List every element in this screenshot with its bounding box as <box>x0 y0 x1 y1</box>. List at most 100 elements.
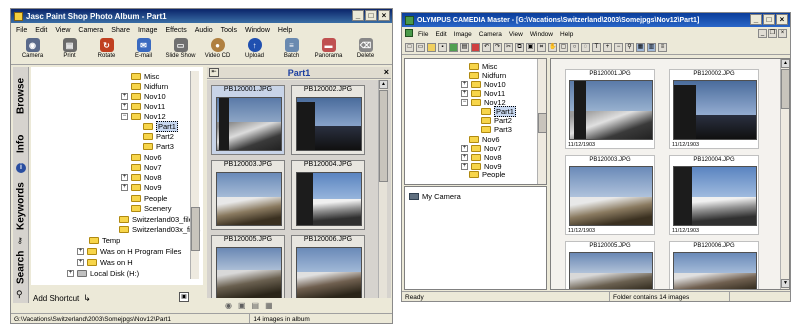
menu-camera[interactable]: Camera <box>479 31 502 38</box>
menu-image[interactable]: Image <box>138 27 157 34</box>
tree-item[interactable]: + Nov11 <box>121 101 165 111</box>
rotate-button[interactable]: ↻ Rotate <box>88 37 125 64</box>
expand-icon[interactable]: + <box>461 89 468 97</box>
close-panel-icon[interactable]: × <box>384 67 389 77</box>
thumbnail-cell[interactable]: PB120006.JPG <box>669 241 759 289</box>
tree-item[interactable]: Temp <box>89 235 120 245</box>
expand-icon[interactable]: + <box>461 162 468 170</box>
scroll-thumb[interactable] <box>538 113 546 133</box>
delete-button[interactable]: ⌫ Delete <box>347 37 384 64</box>
detail-view-icon[interactable]: ▥ <box>647 43 656 52</box>
lasso-icon[interactable]: ◌ <box>581 43 590 52</box>
tab-browse[interactable]: Browse <box>14 71 28 121</box>
tree-item[interactable]: + Was on H <box>77 257 133 267</box>
email-button[interactable]: ✉ E-mail <box>125 37 162 64</box>
videocd-button[interactable]: ● Video CD <box>199 37 236 64</box>
menu-effects[interactable]: Effects <box>165 27 186 34</box>
grid-scrollbar[interactable]: ▲ ▼ <box>780 59 789 289</box>
my-camera-item[interactable]: My Camera <box>409 191 461 201</box>
tab-info[interactable]: Info <box>14 129 28 159</box>
tree-item[interactable]: + Was on H Program Files <box>77 246 181 256</box>
maximize-button[interactable]: □ <box>763 14 775 25</box>
thumbnail-cell[interactable]: PB120004.JPG 11/12/1903 <box>669 155 759 235</box>
record-icon[interactable]: ◉ <box>225 301 232 310</box>
thumbnail-cell[interactable]: PB120006.JPG <box>291 235 365 298</box>
camera-button[interactable]: ◉ Camera <box>14 37 51 64</box>
menu-view[interactable]: View <box>55 27 70 34</box>
album-scrollbar[interactable]: ▲ <box>378 80 388 298</box>
expand-icon[interactable]: + <box>121 173 128 181</box>
tree-item[interactable]: − Nov12 <box>121 111 166 121</box>
expand-icon[interactable]: + <box>121 183 128 191</box>
scroll-thumb[interactable] <box>781 69 789 109</box>
tree-scrollbar[interactable] <box>537 59 546 184</box>
tree-item[interactable]: People <box>131 193 167 203</box>
cut-icon[interactable]: ✂ <box>504 43 513 52</box>
olympus-titlebar[interactable]: OLYMPUS CAMEDIA Master - [G:\Vacations\S… <box>402 13 790 27</box>
back-icon[interactable]: ⇤ <box>209 68 219 77</box>
camera-small-icon[interactable]: ▣ <box>238 301 246 310</box>
scroll-up-icon[interactable]: ▲ <box>781 59 789 68</box>
menu-help[interactable]: Help <box>278 27 292 34</box>
thumbnail-cell[interactable]: PB120001.JPG 11/12/1903 <box>565 69 655 149</box>
menu-help[interactable]: Help <box>560 31 573 38</box>
tab-search[interactable]: Search <box>14 247 28 287</box>
mdi-close-button[interactable]: × <box>778 29 787 38</box>
ellipse-select-icon[interactable]: ○ <box>570 43 579 52</box>
slideshow-button[interactable]: ▭ Slide Show <box>162 37 199 64</box>
rect-select-icon[interactable]: ▢ <box>559 43 568 52</box>
picture-icon[interactable]: ▦ <box>265 301 273 310</box>
menu-edit[interactable]: Edit <box>435 31 446 38</box>
expand-icon[interactable]: + <box>67 269 74 277</box>
text-icon[interactable]: T <box>592 43 601 52</box>
copy-icon[interactable]: ⧉ <box>515 43 524 52</box>
print-button[interactable]: ▤ Print <box>51 37 88 64</box>
tree-item[interactable]: Nidfurn <box>131 81 168 91</box>
panorama-button[interactable]: ▬ Panorama <box>310 37 347 64</box>
maximize-button[interactable]: □ <box>365 10 377 21</box>
tree-scrollbar[interactable] <box>190 71 200 279</box>
thumbnail-cell[interactable]: PB120004.JPG <box>291 160 365 230</box>
zoom-icon[interactable]: ⚲ <box>625 43 634 52</box>
thumbnail-cell[interactable]: PB120003.JPG 11/12/1903 <box>565 155 655 235</box>
expand-icon[interactable]: + <box>121 92 128 100</box>
collapse-icon[interactable]: − <box>461 98 468 106</box>
scroll-up-icon[interactable]: ▲ <box>379 80 388 89</box>
tree-item[interactable]: + Local Disk (H:) <box>67 268 139 278</box>
thumbnail-cell[interactable]: PB120005.JPG <box>211 235 285 298</box>
shortcut-options-icon[interactable]: ▣ <box>179 292 189 302</box>
expand-icon[interactable]: + <box>461 144 468 152</box>
camera-icon[interactable] <box>449 43 458 52</box>
thumbnail-view-icon[interactable]: ▦ <box>636 43 645 52</box>
save-icon[interactable]: ▪ <box>438 43 447 52</box>
hand-icon[interactable]: ✋ <box>548 43 557 52</box>
upload-button[interactable]: ↑ Upload <box>236 37 273 64</box>
tree-item[interactable]: People <box>469 170 505 178</box>
scroll-down-icon[interactable]: ▼ <box>781 279 789 288</box>
thumbnail-cell[interactable]: PB120005.JPG <box>565 241 655 289</box>
redo-icon[interactable]: ↷ <box>493 43 502 52</box>
tree-item[interactable]: Nov6 <box>131 152 162 162</box>
tree-item[interactable]: Part3 <box>481 124 512 134</box>
expand-icon[interactable]: + <box>461 80 468 88</box>
expand-icon[interactable]: + <box>461 153 468 161</box>
menu-camera[interactable]: Camera <box>78 27 103 34</box>
tree-item[interactable]: Switzerland03x_files <box>119 224 200 234</box>
zoom-in-icon[interactable]: + <box>603 43 612 52</box>
mdi-minimize-button[interactable]: _ <box>758 29 767 38</box>
batch-button[interactable]: ≡ Batch <box>273 37 310 64</box>
film-icon[interactable]: ▤ <box>252 301 260 310</box>
thumbnail-cell[interactable]: PB120001.JPG <box>211 85 285 155</box>
thumbnail-cell[interactable]: PB120002.JPG 11/12/1903 <box>669 69 759 149</box>
document-icon[interactable] <box>405 29 413 37</box>
open-icon[interactable]: ▭ <box>416 43 425 52</box>
list-view-icon[interactable]: ≡ <box>658 43 667 52</box>
menu-edit[interactable]: Edit <box>35 27 47 34</box>
menu-view[interactable]: View <box>509 31 523 38</box>
close-button[interactable]: × <box>776 14 788 25</box>
expand-icon[interactable]: + <box>77 247 84 255</box>
add-shortcut-button[interactable]: Add Shortcut ↳ <box>33 291 91 305</box>
tree-item[interactable]: Nov7 <box>131 162 162 172</box>
mdi-restore-button[interactable]: ❐ <box>768 29 777 38</box>
tree-item[interactable]: + Nov10 <box>121 91 166 101</box>
